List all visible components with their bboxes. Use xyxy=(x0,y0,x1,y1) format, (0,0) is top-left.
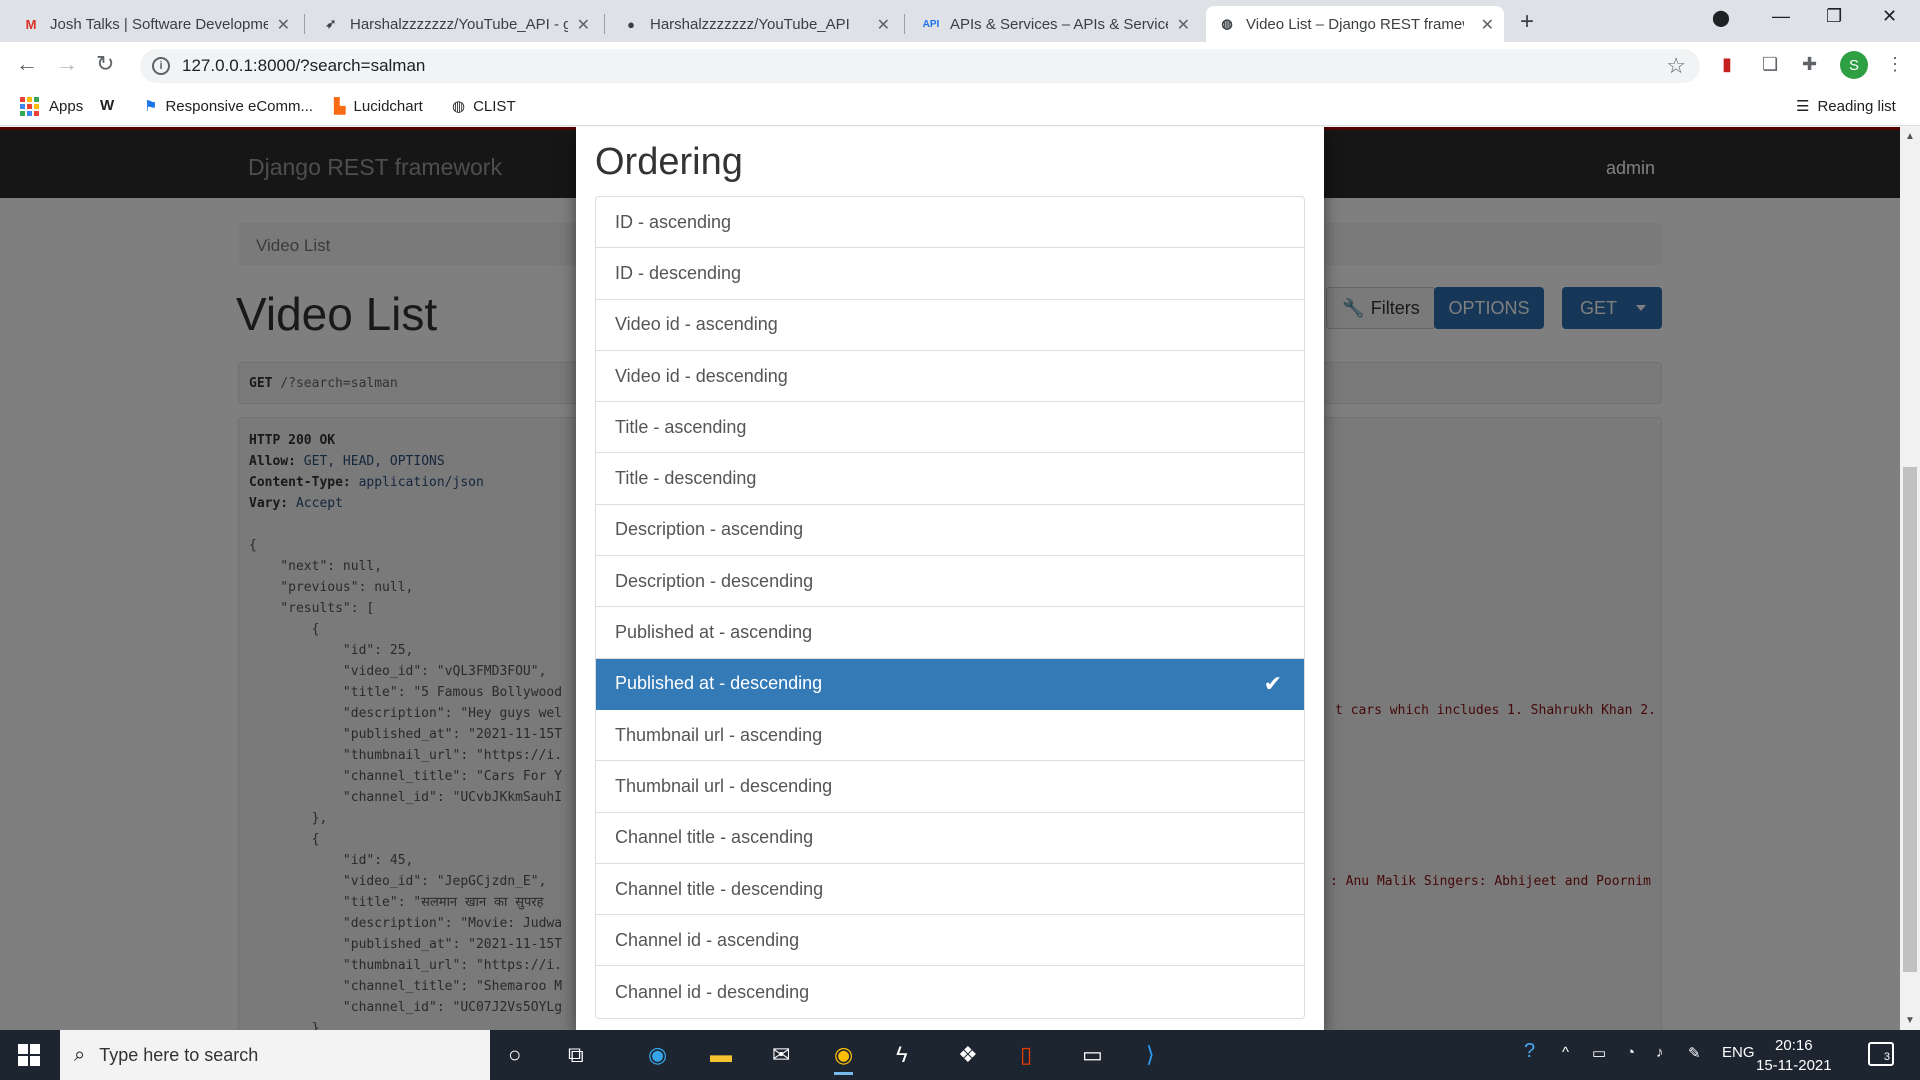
ordering-option[interactable]: Title - descending xyxy=(596,453,1304,505)
language-indicator[interactable]: ENG xyxy=(1722,1044,1755,1061)
tab-git-send[interactable]: ➶ Harshalzzzzzzz/YouTube_API - git ✕ xyxy=(310,6,600,42)
cortana-icon[interactable]: ○ xyxy=(508,1042,521,1068)
new-tab-icon[interactable]: + xyxy=(1520,8,1534,36)
apps-grid-icon xyxy=(20,97,39,116)
scrollbar-thumb[interactable] xyxy=(1903,467,1917,972)
address-bar[interactable]: i 127.0.0.1:8000/?search=salman ☆ xyxy=(140,49,1700,83)
vscode-icon[interactable]: ⟩ xyxy=(1146,1042,1155,1068)
modal-title: Ordering xyxy=(595,141,743,183)
volume-icon[interactable]: ♪ xyxy=(1656,1044,1664,1061)
ordering-option[interactable]: Published at - ascending xyxy=(596,607,1304,659)
tab-apis-services[interactable]: API APIs & Services – APIs & Services ✕ xyxy=(910,6,1200,42)
ordering-option[interactable]: Channel id - descending xyxy=(596,966,1304,1017)
search-icon: ⌕ xyxy=(74,1043,86,1066)
ordering-option[interactable]: Published at - descending ✔ xyxy=(596,658,1304,710)
chrome-icon[interactable]: ◉ xyxy=(834,1042,854,1075)
task-view-icon[interactable]: ⧉ xyxy=(568,1042,584,1068)
close-tab-icon[interactable]: ✕ xyxy=(1177,15,1190,35)
api-icon: API xyxy=(922,18,940,30)
ordering-option[interactable]: Channel title - descending xyxy=(596,864,1304,916)
gmail-icon: M xyxy=(25,16,37,32)
restore-icon[interactable]: ❐ xyxy=(1826,6,1842,27)
bookmark-lucidchart[interactable]: ▙ Lucidchart xyxy=(334,97,423,116)
windows-start-icon[interactable] xyxy=(18,1044,40,1066)
scroll-down-icon[interactable]: ▼ xyxy=(1905,1015,1915,1026)
lucidchart-icon: ▙ xyxy=(334,98,346,115)
page-content: Django REST framework admin Video List V… xyxy=(0,127,1900,1030)
ordering-option[interactable]: ID - ascending xyxy=(596,197,1304,249)
dropbox-icon[interactable]: ❖ xyxy=(958,1042,978,1068)
globe-icon: ◍ xyxy=(1221,16,1233,31)
ordering-option[interactable]: Channel id - ascending xyxy=(596,915,1304,967)
minimize-icon[interactable]: — xyxy=(1772,6,1790,27)
bookmark-star-icon[interactable]: ☆ xyxy=(1666,53,1686,79)
bookmark-apps[interactable]: Apps xyxy=(20,97,83,116)
back-icon[interactable]: ← xyxy=(16,51,38,77)
lightning-app-icon[interactable]: ϟ xyxy=(896,1042,908,1068)
ordering-option[interactable]: Description - descending xyxy=(596,556,1304,608)
ordering-option[interactable]: Video id - ascending xyxy=(596,300,1304,351)
browser-tab-bar: M Josh Talks | Software Developmen ✕ ➶ H… xyxy=(0,0,1920,42)
w-logo-icon: W xyxy=(100,97,115,114)
reading-list[interactable]: ☰ Reading list xyxy=(1796,97,1896,116)
menu-dots-icon[interactable]: ⋮ xyxy=(1886,54,1904,75)
tab-gmail[interactable]: M Josh Talks | Software Developmen ✕ xyxy=(10,6,300,42)
ordering-option[interactable]: Thumbnail url - descending xyxy=(596,761,1304,813)
help-icon[interactable]: ? xyxy=(1524,1040,1535,1063)
close-tab-icon[interactable]: ✕ xyxy=(877,15,890,35)
notifications-icon[interactable]: 3 xyxy=(1868,1042,1894,1066)
tab-search-icon[interactable]: ⬤ xyxy=(1712,8,1730,28)
ordering-option[interactable]: Description - ascending xyxy=(596,505,1304,557)
github-icon: ● xyxy=(627,16,635,32)
edge-icon[interactable]: ◉ xyxy=(648,1042,667,1068)
battery-icon[interactable]: ▭ xyxy=(1592,1044,1606,1062)
profile-avatar[interactable]: S xyxy=(1840,51,1868,79)
show-hidden-icons[interactable]: ^ xyxy=(1562,1044,1569,1061)
terminal-icon[interactable]: ▭ xyxy=(1082,1042,1103,1068)
ordering-list: ID - ascending ID - descending Video id - … xyxy=(595,196,1305,1019)
bookmarks-bar: Apps W ⚑ Responsive eComm... ▙ Lucidchar… xyxy=(0,88,1920,126)
ordering-option[interactable]: Channel title - ascending xyxy=(596,813,1304,864)
close-tab-icon[interactable]: ✕ xyxy=(277,15,290,35)
extension-icon[interactable]: ▮ xyxy=(1722,54,1732,75)
ordering-modal: Ordering ID - ascending ID - descending Vi… xyxy=(576,127,1324,1030)
extension-copy-icon[interactable]: ❏ xyxy=(1762,54,1778,75)
bookmark-clist[interactable]: ◍ CLIST xyxy=(452,97,516,116)
bookmark-w-icon[interactable]: W xyxy=(100,97,114,114)
bookmark-responsive-ecomm[interactable]: ⚑ Responsive eComm... xyxy=(144,97,313,116)
mail-icon[interactable]: ✉ xyxy=(772,1042,790,1068)
address-url[interactable]: 127.0.0.1:8000/?search=salman xyxy=(182,56,425,76)
tab-separator xyxy=(904,14,905,34)
tab-separator xyxy=(304,14,305,34)
wifi-icon[interactable]: ◔ xyxy=(1626,1044,1635,1061)
forward-icon[interactable]: → xyxy=(56,51,78,77)
flag-icon: ⚑ xyxy=(144,98,158,115)
taskbar-search[interactable]: ⌕ Type here to search xyxy=(60,1030,490,1080)
site-info-icon[interactable]: i xyxy=(152,57,170,75)
clock[interactable]: 20:16 15-11-2021 xyxy=(1756,1036,1832,1076)
browser-toolbar: ← → ↻ i 127.0.0.1:8000/?search=salman ☆ … xyxy=(0,42,1920,88)
checkmark-icon: ✔ xyxy=(1263,670,1282,696)
pen-icon[interactable]: ✎ xyxy=(1688,1044,1701,1062)
send-icon: ➶ xyxy=(325,16,337,31)
close-window-icon[interactable]: ✕ xyxy=(1882,6,1897,27)
tab-video-list[interactable]: ◍ Video List – Django REST framew ✕ xyxy=(1206,6,1504,42)
scroll-up-icon[interactable]: ▲ xyxy=(1905,131,1915,142)
file-explorer-icon[interactable]: ▬ xyxy=(710,1042,732,1068)
page-scrollbar[interactable]: ▲ ▼ xyxy=(1900,127,1920,1030)
ordering-option[interactable]: Title - ascending xyxy=(596,402,1304,454)
globe-icon: ◍ xyxy=(452,98,466,115)
reading-list-icon: ☰ xyxy=(1796,98,1810,115)
ordering-option[interactable]: Video id - descending xyxy=(596,351,1304,403)
office-icon[interactable]: ▯ xyxy=(1020,1042,1032,1068)
close-tab-icon[interactable]: ✕ xyxy=(577,15,590,35)
windows-taskbar: ⌕ Type here to search ○ ⧉ ◉ ▬ ✉ ◉ ϟ ❖ ▯ … xyxy=(0,1030,1920,1080)
tab-separator xyxy=(604,14,605,34)
ordering-option[interactable]: ID - descending xyxy=(596,248,1304,300)
puzzle-icon[interactable]: ✚ xyxy=(1802,54,1817,75)
close-tab-icon[interactable]: ✕ xyxy=(1481,15,1494,35)
ordering-option[interactable]: Thumbnail url - ascending xyxy=(596,710,1304,762)
tab-github[interactable]: ● Harshalzzzzzzz/YouTube_API ✕ xyxy=(610,6,900,42)
reload-icon[interactable]: ↻ xyxy=(96,51,114,77)
